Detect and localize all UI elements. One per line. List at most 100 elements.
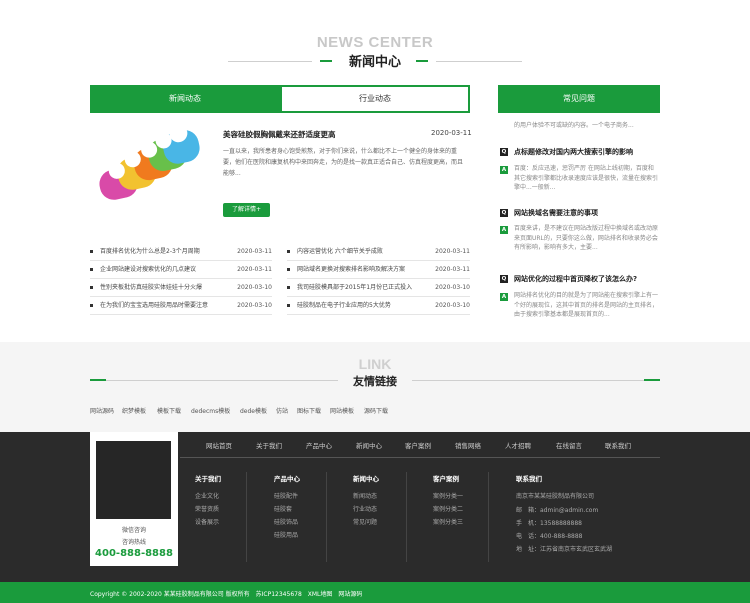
footer-nav-item[interactable]: 客户案例 — [405, 440, 431, 450]
divider — [406, 472, 407, 562]
answer-icon: A — [500, 166, 508, 174]
friend-link[interactable]: 网站模板 — [330, 406, 354, 415]
faq-title[interactable]: 常见问题 — [498, 85, 660, 113]
qr-code — [96, 441, 171, 519]
bullet-icon — [90, 250, 93, 253]
hotline-label: 咨询热线 — [121, 539, 146, 546]
friend-link[interactable]: dede模板 — [240, 406, 267, 415]
divider — [180, 457, 660, 458]
bullet-icon — [287, 286, 290, 289]
footer-link[interactable]: 硅胶套 — [274, 504, 292, 513]
question-icon: Q — [500, 209, 508, 217]
friend-link[interactable]: 图标下载 — [297, 406, 321, 415]
contact-address: 地 址：江苏省南京市玄武区玄武湖 — [516, 546, 613, 553]
divider — [326, 472, 327, 562]
list-item[interactable]: 内容运营优化 六个细节关乎成败 2020-03-11 — [287, 243, 470, 261]
silicone-bibs-image — [99, 124, 200, 200]
footer-link[interactable]: 硅胶用品 — [274, 530, 298, 539]
featured-description: 一直以来，我所患者身心饱受煎熬，对于你们来说，什么都比不上一个健全的身体来的重要… — [223, 148, 464, 177]
question-icon: Q — [500, 148, 508, 156]
footer-link[interactable]: 案例分类一 — [433, 491, 463, 500]
friend-link[interactable]: 织梦模板 — [122, 406, 146, 415]
divider — [488, 472, 489, 562]
list-item[interactable]: 百度排名优化为什么总是2-3个月周期 2020-03-11 — [90, 243, 272, 261]
footer-link[interactable]: 硅胶配件 — [274, 491, 298, 500]
tab-industry[interactable]: 行业动态 — [280, 85, 470, 113]
qr-caption: 微信咨询 — [121, 527, 146, 534]
faq-question[interactable]: 网站优化的过程中首页降权了该怎么办? — [514, 274, 658, 284]
divider — [416, 60, 428, 62]
divider — [644, 379, 660, 381]
footer-link[interactable]: 新闻动态 — [353, 491, 377, 500]
footer-link[interactable]: 行业动态 — [353, 504, 377, 513]
list-item[interactable]: 企业网站建设对搜索优化的几点建议 2020-03-11 — [90, 261, 272, 279]
faq-answer: 网站排名优化的目的就是为了网站能在搜索引擎上有一个好的展现位，这其中首页的排名是… — [514, 292, 658, 318]
footer-nav-item[interactable]: 人才招聘 — [505, 440, 531, 450]
faq-answer: 百度：反应迅速，惩罚严厉 在网站上线初期，百度和其它搜索引擎都比收录速度应该是很… — [514, 165, 658, 191]
links-title-cn: 友情链接 — [353, 375, 397, 388]
featured-date: 2020-03-11 — [431, 129, 472, 137]
read-more-button[interactable]: 了解详情+ — [223, 203, 270, 217]
answer-icon: A — [500, 226, 508, 234]
footer-link[interactable]: 企业文化 — [195, 491, 219, 500]
hotline-phone: 400-888-8888 — [95, 548, 173, 559]
footer-col-title[interactable]: 关于我们 — [195, 473, 221, 483]
contact-email: 邮 箱：admin@admin.com — [516, 507, 599, 514]
list-item[interactable]: 网站域名更换对搜索排名影响及解决方案 2020-03-11 — [287, 261, 470, 279]
footer-nav-item[interactable]: 销售网络 — [455, 440, 481, 450]
copyright-text: Copyright © 2002-2020 某某硅胶制品有限公司 版权所有 苏I… — [90, 591, 363, 598]
links-title-en: LINK — [358, 356, 392, 372]
footer-link[interactable]: 设备展示 — [195, 517, 219, 526]
news-list-right: 内容运营优化 六个细节关乎成败 2020-03-11 网站域名更换对搜索排名影响… — [287, 243, 470, 315]
answer-icon: A — [500, 293, 508, 301]
friend-link[interactable]: 网站源码 — [90, 406, 114, 415]
footer-link[interactable]: 荣誉资质 — [195, 504, 219, 513]
footer-col-title[interactable]: 客户案例 — [433, 473, 459, 483]
bullet-icon — [90, 286, 93, 289]
footer-col-title[interactable]: 产品中心 — [274, 473, 300, 483]
friend-link[interactable]: 仿站 — [276, 406, 288, 415]
faq-snippet: 的用户体验不可或缺的内容。一个电子商务... — [514, 122, 634, 129]
contact-company: 南京市某某硅胶制品有限公司 — [516, 493, 595, 500]
contact-mobile: 手 机：13588888888 — [516, 520, 582, 527]
footer-link[interactable]: 硅胶饰品 — [274, 517, 298, 526]
featured-title[interactable]: 美容硅胶假胸佩戴来还舒适度更高 — [223, 129, 336, 140]
tab-news[interactable]: 新闻动态 — [90, 85, 280, 113]
contact-tel: 电 话：400-888-8888 — [516, 533, 583, 540]
divider — [412, 380, 644, 381]
faq-question[interactable]: 点标题修改对国内两大搜索引擎的影响 — [514, 147, 658, 157]
bullet-icon — [90, 268, 93, 271]
bullet-icon — [287, 250, 290, 253]
faq-question[interactable]: 网站换域名需要注意的事项 — [514, 208, 658, 218]
news-list-left: 百度排名优化为什么总是2-3个月周期 2020-03-11 企业网站建设对搜索优… — [90, 243, 272, 315]
footer-nav-item[interactable]: 网站首页 — [206, 440, 232, 450]
footer-nav-item[interactable]: 新闻中心 — [356, 440, 382, 450]
footer-link[interactable]: 案例分类三 — [433, 517, 463, 526]
featured-image[interactable] — [90, 124, 215, 213]
divider — [246, 472, 247, 562]
bullet-icon — [287, 268, 290, 271]
bullet-icon — [287, 304, 290, 307]
footer-link[interactable]: 常见问题 — [353, 517, 377, 526]
list-item[interactable]: 性别夹板批仿真硅胶实体娃娃十分火爆 2020-03-10 — [90, 279, 272, 297]
footer-link[interactable]: 案例分类二 — [433, 504, 463, 513]
footer-nav-item[interactable]: 关于我们 — [256, 440, 282, 450]
question-icon: Q — [500, 275, 508, 283]
news-title-en: NEWS CENTER — [316, 34, 434, 51]
faq-answer: 百度来讲，是不建议在网站改版过程中换域名或改动原来页面URL的，只要你这么做，网… — [514, 225, 658, 251]
friend-link[interactable]: dedecms模板 — [191, 406, 230, 415]
footer-nav-item[interactable]: 在线留言 — [556, 440, 582, 450]
divider — [436, 61, 522, 62]
faq-list: 的用户体验不可或缺的内容。一个电子商务... Q 点标题修改对国内两大搜索引擎的… — [498, 113, 660, 323]
footer-col-title[interactable]: 新闻中心 — [353, 473, 379, 483]
friend-link[interactable]: 源码下载 — [364, 406, 388, 415]
news-title-cn: 新闻中心 — [348, 55, 401, 70]
footer-nav-item[interactable]: 产品中心 — [306, 440, 332, 450]
bullet-icon — [90, 304, 93, 307]
list-item[interactable]: 在为我们的宝宝选用硅胶用品时需要注意 2020-03-10 — [90, 297, 272, 315]
contact-title: 联系我们 — [516, 475, 542, 483]
list-item[interactable]: 我司硅胶模具部于2015年1月份已正式投入 2020-03-10 — [287, 279, 470, 297]
footer-nav-item[interactable]: 联系我们 — [605, 440, 631, 450]
list-item[interactable]: 硅胶制品在电子行业应用的5大优势 2020-03-10 — [287, 297, 470, 315]
friend-link[interactable]: 模板下载 — [157, 406, 181, 415]
